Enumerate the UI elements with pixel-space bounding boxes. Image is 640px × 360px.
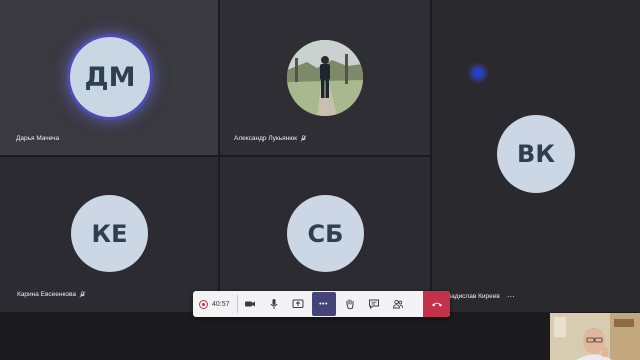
recording-indicator: 40:57	[193, 291, 237, 317]
camera-icon	[244, 301, 255, 307]
participant-avatar-ke: КЕ	[71, 195, 148, 272]
participant-name: Дарья Мачеча	[16, 135, 59, 142]
participant-tile-4[interactable]: КЕ Карина Евсеенкова	[0, 157, 218, 312]
participant-name: Карина Евсеенкова	[17, 291, 86, 298]
share-screen-icon	[292, 299, 304, 308]
share-screen-button[interactable]	[286, 291, 310, 317]
avatar-initials: ВК	[517, 140, 555, 168]
participant-tile-2[interactable]: Александр Лукьянюк	[220, 0, 430, 155]
participant-tile-1[interactable]: ДМ Дарья Мачеча	[0, 0, 218, 155]
avatar-initials: ДМ	[84, 61, 136, 93]
participant-tile-3[interactable]: ВК Владислав Киреев ···	[432, 0, 640, 312]
chat-icon	[368, 299, 379, 310]
person-photo-icon	[287, 40, 363, 116]
participant-name-text: Владислав Киреев	[443, 293, 500, 300]
hang-up-button[interactable]	[423, 291, 450, 317]
participant-name-text: Карина Евсеенкова	[17, 291, 76, 298]
participant-name-text: Александр Лукьянюк	[234, 135, 297, 142]
participants-button[interactable]	[386, 291, 410, 317]
record-icon	[199, 299, 208, 309]
more-icon: •••	[319, 300, 328, 308]
participant-avatar-sb: СБ	[287, 195, 364, 272]
mic-off-icon	[79, 291, 86, 298]
self-video-frame	[550, 313, 640, 360]
hang-up-icon	[431, 302, 442, 307]
microphone-icon	[270, 299, 277, 309]
cursor-highlight	[467, 62, 489, 84]
microphone-button[interactable]	[262, 291, 286, 317]
participant-avatar-vk: ВК	[497, 115, 575, 193]
participant-more-icon[interactable]: ···	[507, 292, 515, 301]
participant-name: Владислав Киреев ···	[443, 292, 515, 301]
participant-name-text: Дарья Мачеча	[16, 135, 60, 142]
call-controls-toolbar: 40:57 •••	[193, 291, 450, 317]
participant-name: Александр Лукьянюк	[234, 135, 307, 142]
mic-off-icon	[300, 135, 307, 142]
raise-hand-icon	[346, 299, 354, 310]
chat-button[interactable]	[362, 291, 386, 317]
participant-photo-avatar	[287, 40, 363, 116]
participant-avatar-dm: ДМ	[70, 37, 150, 117]
camera-button[interactable]	[238, 291, 262, 317]
participant-tile-5[interactable]: СБ	[220, 157, 430, 312]
avatar-initials: СБ	[307, 219, 344, 248]
participants-icon	[392, 299, 403, 309]
self-view-video[interactable]	[550, 313, 640, 360]
avatar-initials: КЕ	[91, 219, 128, 248]
call-timer: 40:57	[212, 300, 230, 308]
more-actions-button[interactable]: •••	[311, 292, 336, 316]
raise-hand-button[interactable]	[338, 291, 362, 317]
